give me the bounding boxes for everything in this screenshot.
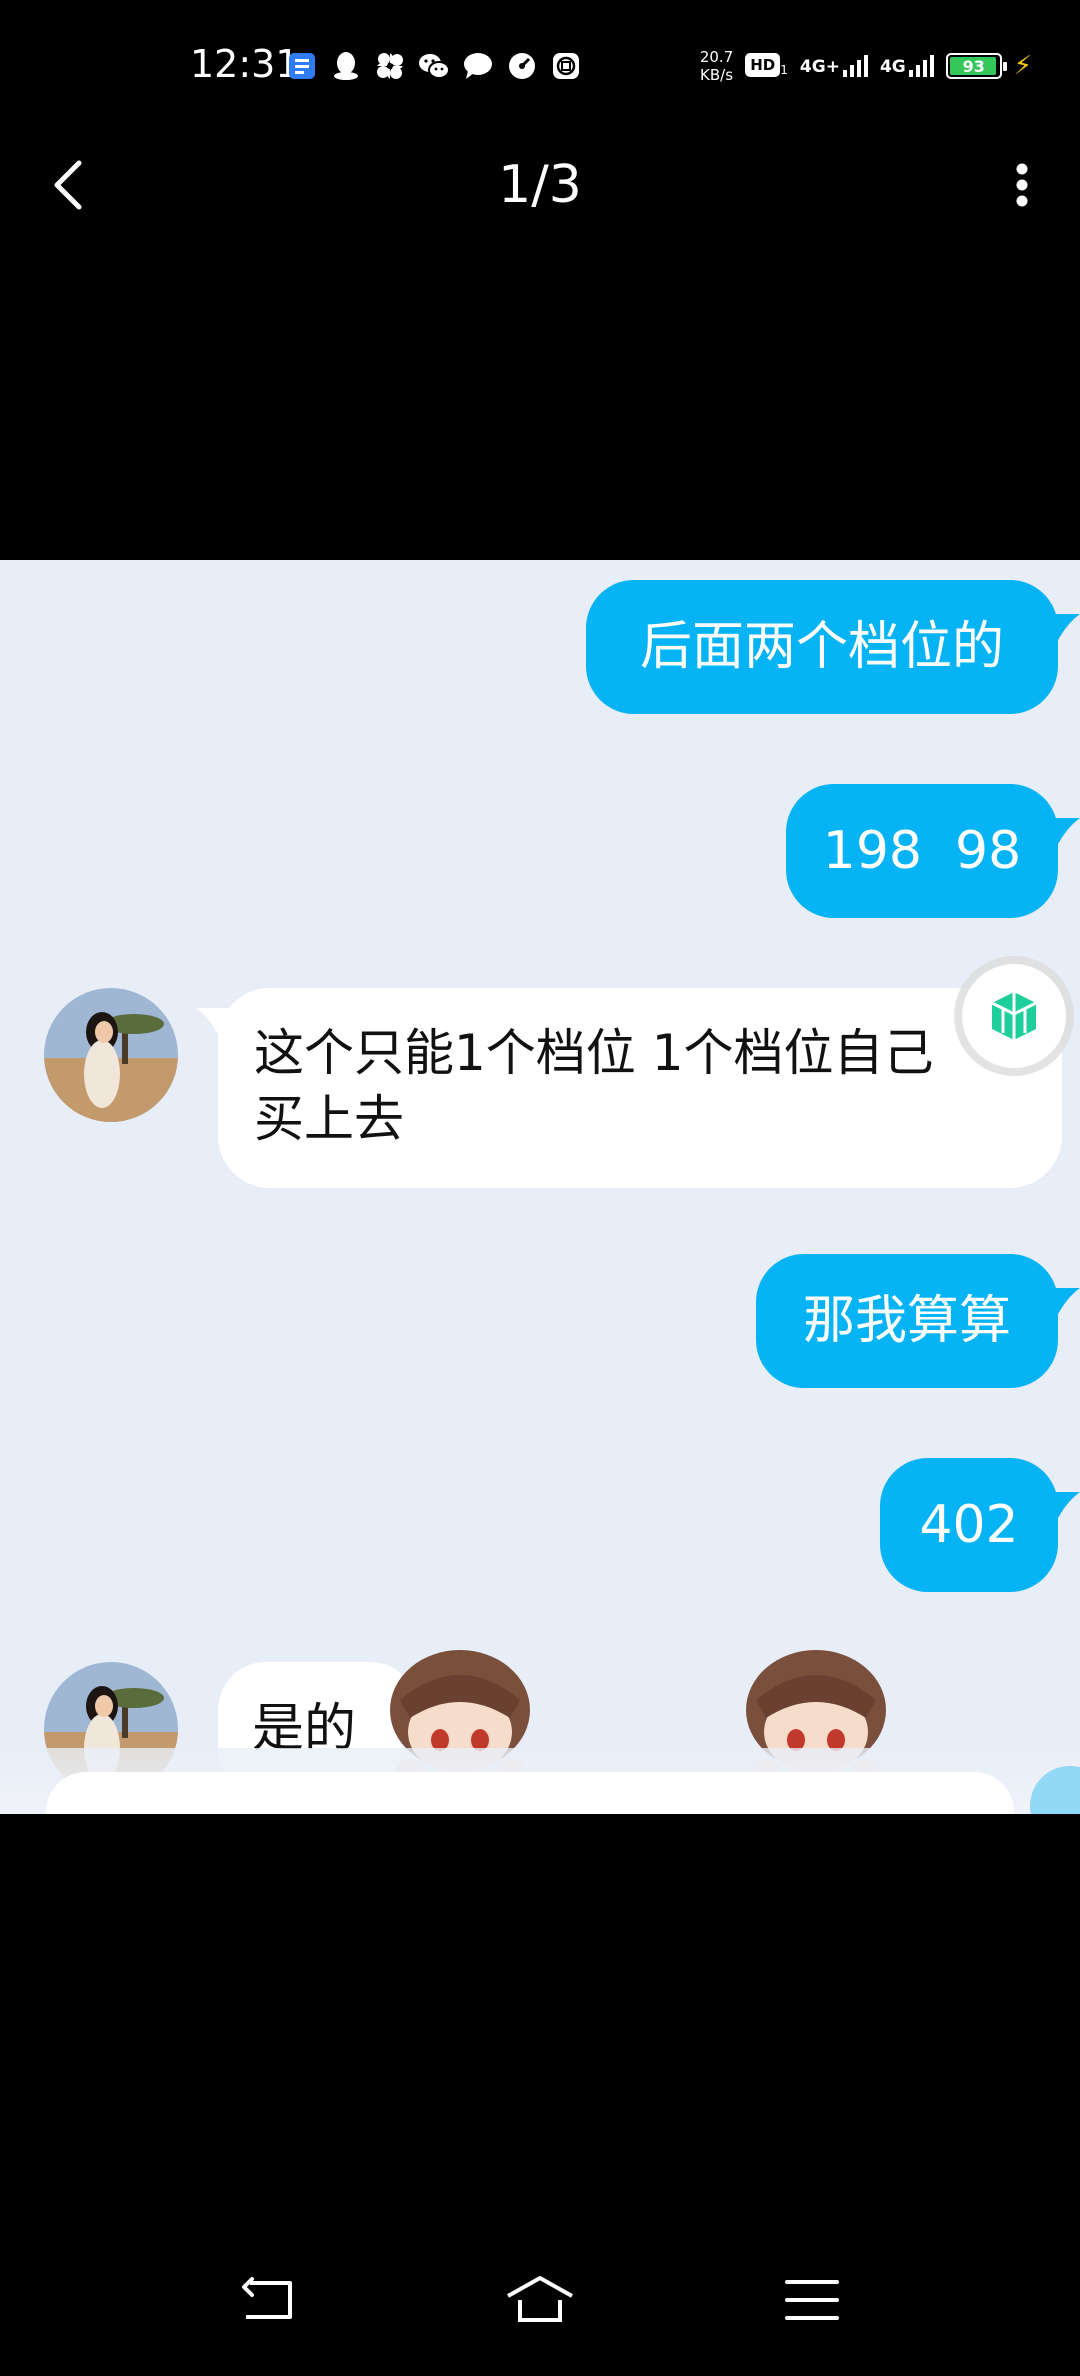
signal-4g: 4G [880,55,934,77]
chat-input-field [46,1772,1014,1814]
message-bubble-outgoing: 后面两个档位的 [586,580,1058,714]
bubble-tail [1046,614,1080,644]
wechat-icon [417,49,451,83]
home-icon [507,2276,573,2322]
bubble-tail [196,1008,230,1038]
qq-icon [329,49,363,83]
charging-icon: ⚡ [1013,51,1032,81]
signal-bars-icon [842,55,868,77]
pinwheel-icon [373,49,407,83]
network-speed: 20.7 KB/s [699,48,734,84]
battery-icon: 93 [945,53,1007,79]
status-time: 12:31 [190,42,300,86]
notification-icons [285,46,583,86]
more-vertical-icon [1016,163,1028,207]
chat-screenshot-image[interactable]: 后面两个档位的 198 98 这个只能1个档位 1个档位自己 买上去 那我算算 … [0,560,1080,1814]
avatar[interactable] [44,988,178,1122]
bank-icon [549,49,583,83]
app-store-icon [285,49,319,83]
signal-bars-icon [908,55,934,77]
back-arrow-icon [242,2277,292,2319]
message-bubble-outgoing: 198 98 [786,784,1058,918]
menu-icon [785,2280,839,2320]
message-icon [461,49,495,83]
more-button[interactable] [992,150,1052,220]
status-indicators: 20.7 KB/s HD 1 4G+ 4G 93 ⚡ [700,44,1032,88]
bubble-tail [1046,1288,1080,1318]
bubble-tail [1046,818,1080,848]
status-bar: 12:31 20.7 KB/s HD 1 4G+ 4G 93 ⚡ [0,0,1080,130]
system-navigation-bar [0,2240,1080,2376]
system-home-button[interactable] [500,2260,580,2340]
message-bubble-outgoing: 402 [880,1458,1058,1592]
speedometer-icon [505,49,539,83]
system-back-button[interactable] [228,2260,308,2340]
message-bubble-incoming: 这个只能1个档位 1个档位自己 买上去 [218,988,1062,1188]
signal-4g-plus: 4G+ [800,55,868,77]
system-menu-button[interactable] [772,2260,852,2340]
cube-icon [991,992,1037,1040]
page-counter: 1/3 [498,155,582,215]
ar-cube-button[interactable] [962,964,1066,1068]
bubble-tail [1046,1492,1080,1522]
hd-indicator: HD 1 [745,52,788,77]
message-bubble-outgoing: 那我算算 [756,1254,1058,1388]
